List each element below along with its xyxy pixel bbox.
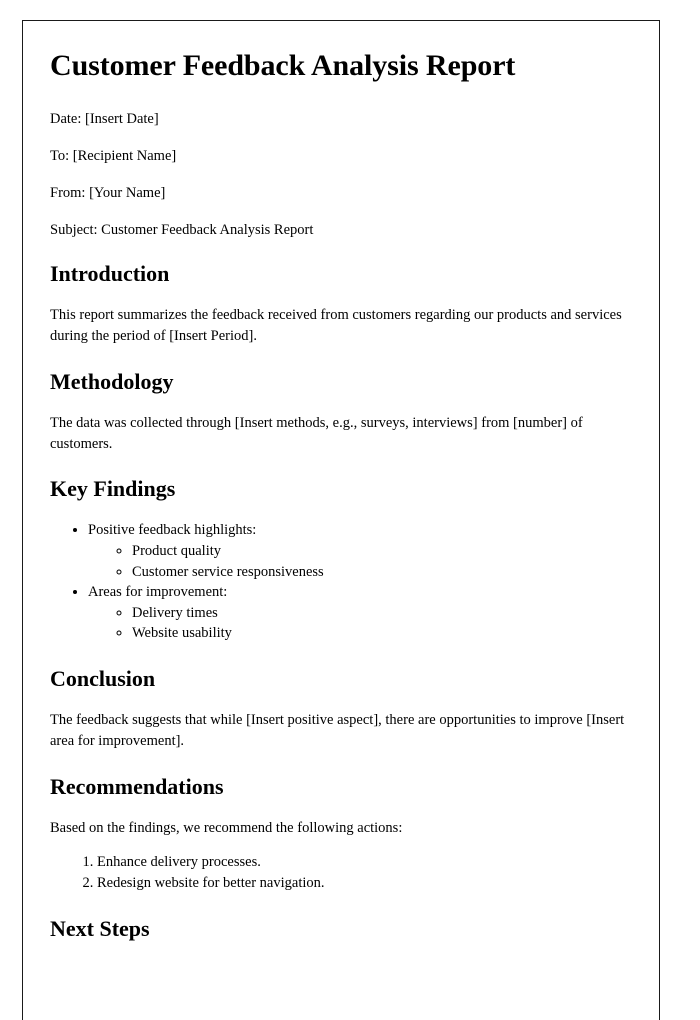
list-item-label: Positive feedback highlights: xyxy=(88,522,257,539)
list-item: Website usability xyxy=(132,623,629,644)
list-item: Redesign website for better navigation. xyxy=(97,873,629,894)
list-item: Enhance delivery processes. xyxy=(97,852,629,873)
paragraph-recommendations: Based on the findings, we recommend the … xyxy=(50,819,403,836)
key-findings-sublist: Product quality Customer service respons… xyxy=(88,541,629,582)
heading-introduction: Introduction xyxy=(50,261,170,286)
key-findings-list: Positive feedback highlights: Product qu… xyxy=(50,520,629,643)
heading-recommendations: Recommendations xyxy=(50,773,224,799)
heading-methodology: Methodology xyxy=(50,368,174,394)
page-title: Customer Feedback Analysis Report xyxy=(50,49,516,82)
meta-subject: Subject: Customer Feedback Analysis Repo… xyxy=(50,221,314,238)
paragraph-methodology: The data was collected through [Insert m… xyxy=(50,414,583,452)
paragraph-conclusion: The feedback suggests that while [Insert… xyxy=(50,712,625,749)
list-item: Product quality xyxy=(132,541,629,562)
meta-date: Date: [Insert Date] xyxy=(50,110,159,127)
heading-conclusion: Conclusion xyxy=(50,665,156,691)
document-body: Customer Feedback Analysis Report Date: … xyxy=(23,21,659,942)
list-item: Positive feedback highlights: Product qu… xyxy=(88,520,629,582)
key-findings-sublist: Delivery times Website usability xyxy=(88,603,629,644)
list-item-label: Areas for improvement: xyxy=(88,584,228,601)
list-item: Delivery times xyxy=(132,603,629,624)
recommendations-list: Enhance delivery processes. Redesign web… xyxy=(50,852,629,893)
meta-recipient: To: [Recipient Name] xyxy=(50,147,177,164)
list-item: Areas for improvement: Delivery times We… xyxy=(88,582,629,644)
document-page: Customer Feedback Analysis Report Date: … xyxy=(22,20,660,1020)
heading-key-findings: Key Findings xyxy=(50,476,176,502)
paragraph-introduction: This report summarizes the feedback rece… xyxy=(50,307,622,344)
list-item: Customer service responsiveness xyxy=(132,562,629,583)
meta-sender: From: [Your Name] xyxy=(50,184,166,201)
heading-next-steps: Next Steps xyxy=(50,915,150,941)
